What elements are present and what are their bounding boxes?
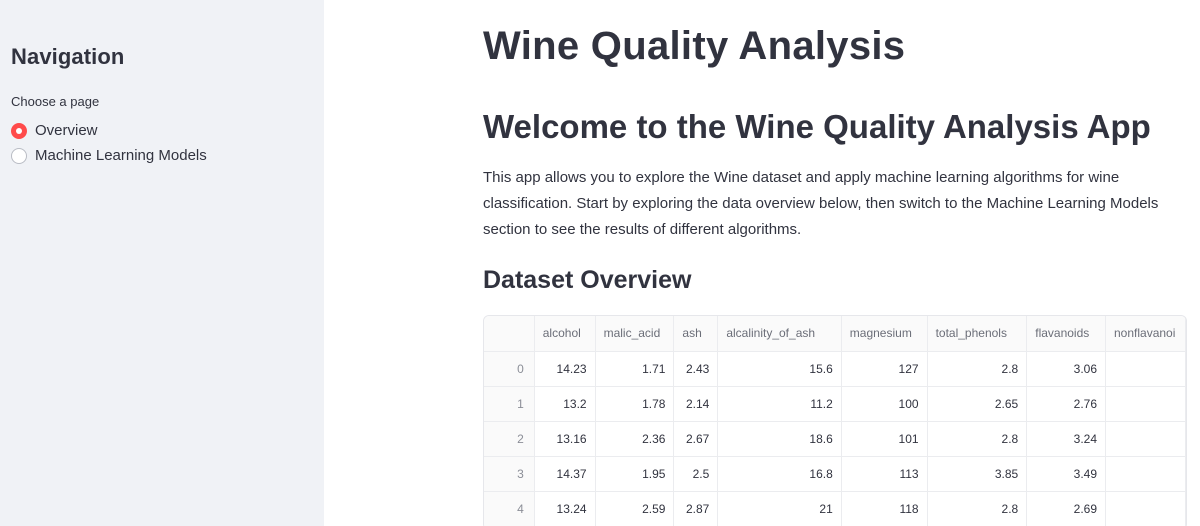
column-header[interactable]: magnesium: [841, 316, 928, 352]
page-radio-label: Choose a page: [11, 94, 100, 109]
table-cell[interactable]: 13.24: [534, 491, 596, 526]
table-row: 0 14.23 1.71 2.43 15.6 127 2.8 3.06: [484, 351, 1186, 387]
table-cell[interactable]: 2.76: [1026, 386, 1106, 422]
table-cell[interactable]: 1.71: [595, 351, 675, 387]
table-cell[interactable]: 18.6: [717, 421, 842, 457]
table-cell[interactable]: 3.24: [1026, 421, 1106, 457]
table-row: 1 13.2 1.78 2.14 11.2 100 2.65 2.76: [484, 386, 1186, 422]
table-cell[interactable]: 2.59: [595, 491, 675, 526]
column-header[interactable]: flavanoids: [1026, 316, 1106, 352]
table-cell[interactable]: [1105, 456, 1186, 492]
table-row: 3 14.37 1.95 2.5 16.8 113 3.85 3.49: [484, 456, 1186, 492]
column-header[interactable]: nonflavanoi: [1105, 316, 1186, 352]
table-cell[interactable]: 2.5: [673, 456, 719, 492]
main-content: Wine Quality Analysis Welcome to the Win…: [324, 0, 1200, 526]
column-header[interactable]: alcalinity_of_ash: [717, 316, 842, 352]
table-cell[interactable]: 1.78: [595, 386, 675, 422]
dataframe-table[interactable]: alcohol malic_acid ash alcalinity_of_ash…: [483, 315, 1187, 526]
radio-option-label: Overview: [35, 122, 98, 139]
table-cell[interactable]: [1105, 386, 1186, 422]
table-cell[interactable]: 2.67: [673, 421, 719, 457]
table-cell[interactable]: 13.16: [534, 421, 596, 457]
table-cell[interactable]: 100: [841, 386, 928, 422]
radio-checked-icon[interactable]: [11, 122, 27, 139]
table-cell[interactable]: 14.23: [534, 351, 596, 387]
page-title: Wine Quality Analysis: [483, 24, 906, 68]
table-cell[interactable]: 101: [841, 421, 928, 457]
dataset-overview-heading: Dataset Overview: [483, 266, 692, 294]
table-cell[interactable]: 2.43: [673, 351, 719, 387]
table-cell[interactable]: 2.87: [673, 491, 719, 526]
table-cell[interactable]: 2.69: [1026, 491, 1106, 526]
table-cell[interactable]: 21: [717, 491, 842, 526]
table-cell[interactable]: 3.49: [1026, 456, 1106, 492]
data-table: alcohol malic_acid ash alcalinity_of_ash…: [484, 316, 1186, 526]
table-cell[interactable]: 3.85: [927, 456, 1028, 492]
table-cell[interactable]: 11.2: [717, 386, 842, 422]
table-row: 2 13.16 2.36 2.67 18.6 101 2.8 3.24: [484, 421, 1186, 457]
row-index: 4: [484, 491, 535, 526]
table-cell[interactable]: 2.8: [927, 491, 1028, 526]
column-header[interactable]: ash: [673, 316, 719, 352]
row-index: 3: [484, 456, 535, 492]
row-index: 1: [484, 386, 535, 422]
page-radio-group: Overview Machine Learning Models: [11, 118, 313, 168]
table-cell[interactable]: [1105, 491, 1186, 526]
table-cell[interactable]: 14.37: [534, 456, 596, 492]
table-cell[interactable]: 15.6: [717, 351, 842, 387]
table-cell[interactable]: 1.95: [595, 456, 675, 492]
app-description: This app allows you to explore the Wine …: [483, 169, 1159, 238]
table-cell[interactable]: 2.8: [927, 421, 1028, 457]
table-cell[interactable]: 2.36: [595, 421, 675, 457]
index-header: [484, 316, 535, 352]
welcome-heading: Welcome to the Wine Quality Analysis App: [483, 108, 1151, 145]
sidebar: Navigation Choose a page Overview Machin…: [0, 0, 324, 526]
radio-option-label: Machine Learning Models: [35, 147, 207, 164]
radio-unchecked-icon[interactable]: [11, 147, 27, 164]
sidebar-title: Navigation: [11, 44, 125, 69]
table-cell[interactable]: 13.2: [534, 386, 596, 422]
column-header[interactable]: malic_acid: [595, 316, 675, 352]
table-row: 4 13.24 2.59 2.87 21 118 2.8 2.69: [484, 491, 1186, 526]
table-cell[interactable]: 2.14: [673, 386, 719, 422]
column-header[interactable]: total_phenols: [927, 316, 1028, 352]
table-cell[interactable]: [1105, 351, 1186, 387]
table-cell[interactable]: 113: [841, 456, 928, 492]
table-cell[interactable]: 2.8: [927, 351, 1028, 387]
table-header-row: alcohol malic_acid ash alcalinity_of_ash…: [484, 316, 1186, 352]
row-index: 0: [484, 351, 535, 387]
table-cell[interactable]: 16.8: [717, 456, 842, 492]
column-header[interactable]: alcohol: [534, 316, 596, 352]
table-cell[interactable]: 3.06: [1026, 351, 1106, 387]
radio-option-overview[interactable]: Overview: [11, 118, 313, 143]
table-cell[interactable]: 2.65: [927, 386, 1028, 422]
table-cell[interactable]: 127: [841, 351, 928, 387]
radio-option-ml-models[interactable]: Machine Learning Models: [11, 143, 313, 168]
row-index: 2: [484, 421, 535, 457]
app-root: Navigation Choose a page Overview Machin…: [0, 0, 1200, 526]
table-cell[interactable]: [1105, 421, 1186, 457]
table-cell[interactable]: 118: [841, 491, 928, 526]
